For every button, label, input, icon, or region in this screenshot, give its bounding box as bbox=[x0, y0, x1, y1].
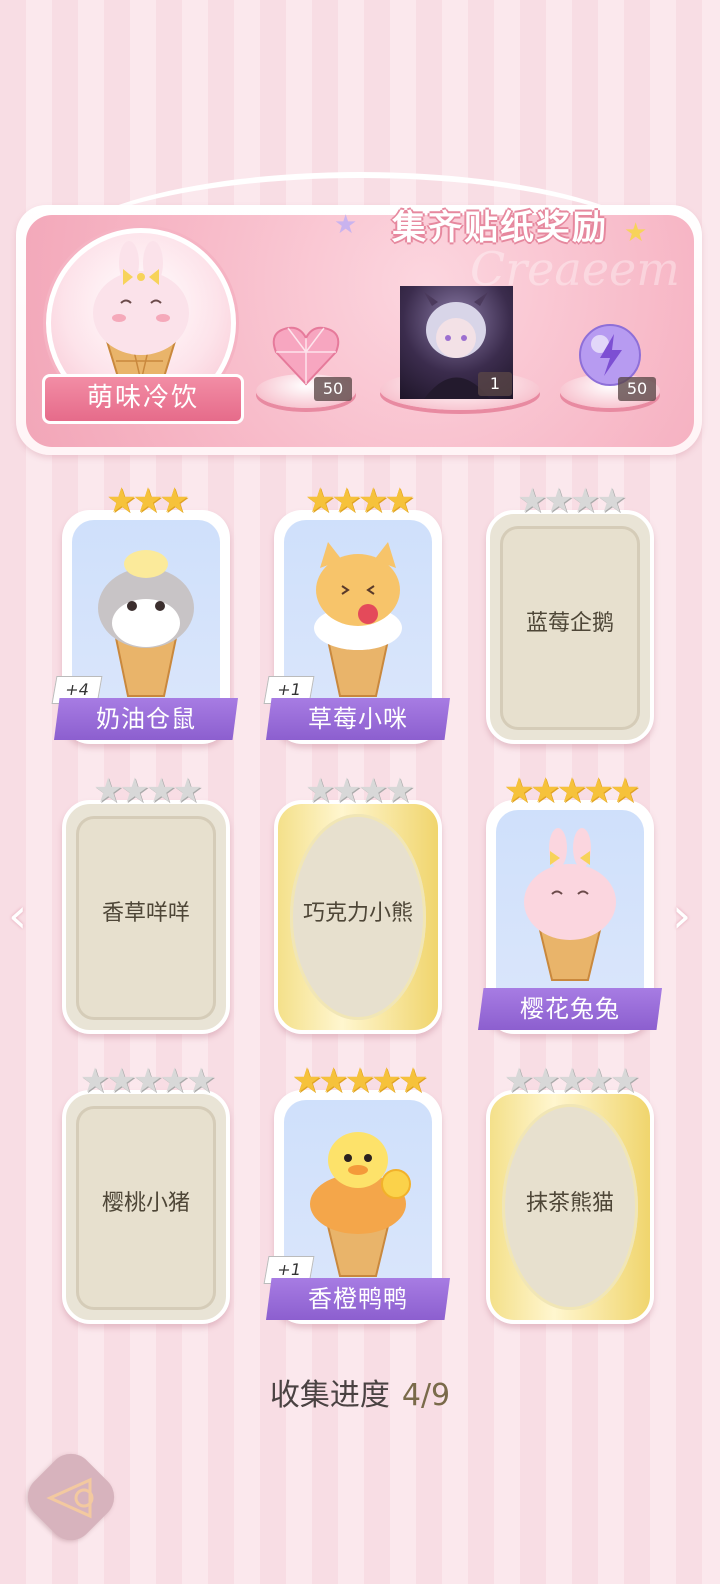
card-name: 樱花兔兔 bbox=[478, 988, 662, 1030]
progress-value: 4/9 bbox=[401, 1378, 451, 1413]
progress-label: 收集进度 bbox=[269, 1378, 390, 1413]
sticker-card[interactable]: ★★★★ +1 草莓小咪 bbox=[263, 484, 450, 744]
rarity-stars: ★★★★★ bbox=[503, 771, 640, 811]
rarity-stars: ★★★★ bbox=[305, 771, 415, 811]
card-name: 草莓小咪 bbox=[266, 698, 450, 740]
star-decoration-icon: ★ bbox=[334, 210, 358, 240]
sticker-card[interactable]: ★★★ +4 奶油仓鼠 bbox=[51, 484, 238, 744]
card-name: 巧克力小熊 bbox=[302, 901, 413, 926]
sticker-card-locked[interactable]: ★★★★★ 樱桃小猪 bbox=[62, 1064, 230, 1324]
star-decoration-icon: ★ bbox=[624, 218, 648, 248]
rarity-stars: ★★★★ bbox=[93, 771, 203, 811]
reward-count: 50 bbox=[618, 377, 656, 401]
mascot-label: 萌味冷饮 bbox=[42, 374, 244, 424]
kitten-icecream-icon bbox=[314, 542, 402, 697]
hamster-icecream-icon bbox=[98, 550, 194, 697]
card-name: 香草咩咩 bbox=[101, 901, 190, 926]
card-name: 奶油仓鼠 bbox=[54, 698, 238, 740]
reward-count: 50 bbox=[314, 377, 352, 401]
rarity-stars: ★★★ bbox=[106, 481, 189, 521]
reward-count: 1 bbox=[478, 372, 512, 396]
banner-title: 集齐贴纸奖励 bbox=[392, 208, 608, 248]
sticker-card-locked[interactable]: ★★★★ 蓝莓企鹅 bbox=[486, 484, 654, 744]
rarity-stars: ★★★★★ bbox=[291, 1061, 428, 1101]
card-name: 樱桃小猪 bbox=[101, 1191, 190, 1216]
rarity-stars: ★★★★★ bbox=[79, 1061, 216, 1101]
sticker-card[interactable]: ★★★★★ +1 香橙鸭鸭 bbox=[263, 1064, 450, 1324]
duck-icecream-icon bbox=[310, 1132, 411, 1277]
next-page-arrow-icon[interactable]: › bbox=[672, 888, 691, 944]
card-name: 蓝莓企鹅 bbox=[525, 611, 614, 636]
rarity-stars: ★★★★ bbox=[517, 481, 627, 521]
collection-progress: 收集进度 4/9 bbox=[0, 1370, 720, 1414]
card-name: 香橙鸭鸭 bbox=[266, 1278, 450, 1320]
bunny-icecream-icon bbox=[524, 828, 616, 981]
prev-page-arrow-icon[interactable]: ‹ bbox=[8, 888, 27, 944]
sticker-card[interactable]: ★★★★★ 樱花兔兔 bbox=[478, 774, 662, 1034]
sticker-card-locked[interactable]: ★★★★ 巧克力小熊 bbox=[274, 774, 442, 1034]
card-name: 抹茶熊猫 bbox=[525, 1191, 614, 1216]
sticker-card-locked[interactable]: ★★★★ 香草咩咩 bbox=[62, 774, 230, 1034]
rarity-stars: ★★★★★ bbox=[503, 1061, 640, 1101]
sticker-card-locked[interactable]: ★★★★★ 抹茶熊猫 bbox=[486, 1064, 654, 1324]
rarity-stars: ★★★★ bbox=[305, 481, 415, 521]
back-arrow-icon bbox=[46, 1477, 94, 1519]
